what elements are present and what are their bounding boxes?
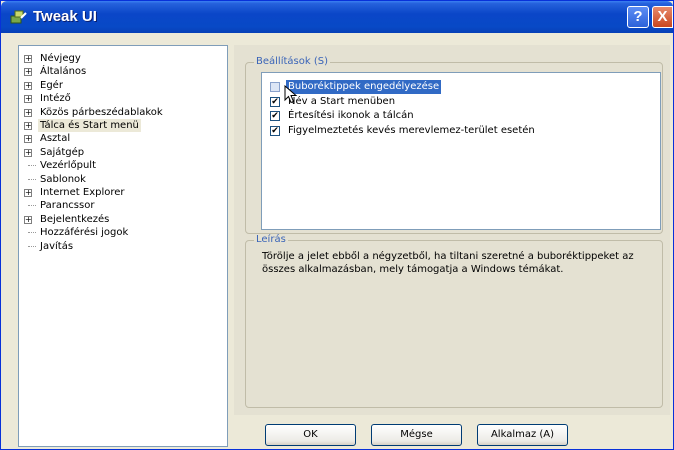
tweakui-app-icon [10, 10, 27, 24]
expand-plus-icon[interactable]: + [24, 148, 32, 157]
tree-item-label: Sajátgép [40, 146, 85, 158]
tree-item[interactable]: Vezérlőpult [19, 159, 219, 172]
tree-item[interactable]: Hozzáférési jogok [19, 226, 219, 239]
category-tree[interactable]: + Névjegy + Általános + Egér + Intéző + Közös pár… [18, 45, 228, 447]
tree-item[interactable]: + Egér [19, 79, 219, 92]
tree-item-label: Hozzáférési jogok [40, 227, 129, 239]
tree-item-label: Egér [40, 79, 63, 91]
tree-item[interactable]: + Általános [19, 65, 219, 78]
tree-item-label: Bejelentkezés [40, 213, 110, 225]
tree-item-label: Javítás [40, 240, 74, 252]
tree-item[interactable]: Sablonok [19, 173, 219, 186]
setting-label: Figyelmeztetés kevés merevlemez-terület … [288, 124, 535, 136]
close-button[interactable]: X [652, 6, 673, 28]
expand-plus-icon[interactable]: + [24, 55, 32, 63]
tree-item-label: Névjegy [40, 53, 81, 64]
expand-plus-icon[interactable]: + [24, 95, 32, 104]
tree-item-label: Internet Explorer [40, 187, 125, 198]
help-button[interactable]: ? [627, 6, 649, 28]
expand-plus-icon[interactable]: + [24, 108, 32, 117]
tree-connector-line [28, 232, 36, 234]
tree-item-label: Parancssor [40, 200, 95, 212]
tree-item[interactable]: + Intéző [19, 92, 219, 105]
tree-item-label: Tálca és Start menü [38, 119, 141, 132]
tree-item-label: Asztal [40, 133, 71, 145]
description-text: Törölje a jelet ebből a négyzetből, ha t… [262, 251, 634, 275]
expand-plus-icon[interactable]: + [24, 81, 32, 90]
tree-item[interactable]: + Internet Explorer [19, 186, 219, 199]
setting-checkbox[interactable]: ✔ [270, 125, 280, 136]
tree-connector-line [28, 165, 36, 167]
setting-label: Értesítési ikonok a tálcán [288, 110, 414, 121]
expand-plus-icon[interactable]: + [24, 189, 32, 197]
expand-plus-icon[interactable]: + [24, 215, 32, 224]
tree-item-label: Vezérlőpult [40, 160, 97, 172]
setting-checkbox[interactable]: ✔ [270, 96, 280, 107]
setting-label: Buboréktippek engedélyezése [286, 80, 442, 94]
tree-item[interactable]: Parancssor [19, 199, 219, 212]
setting-checkbox[interactable]: ✔ [270, 111, 280, 121]
cancel-button[interactable]: Mégse [371, 424, 462, 446]
tree-connector-line [28, 178, 36, 180]
ok-button[interactable]: OK [265, 424, 356, 446]
expand-plus-icon[interactable]: + [24, 122, 32, 130]
settings-group-title: Beállítások (S) [254, 56, 330, 67]
mouse-pointer-icon [284, 85, 298, 104]
tweakui-window: Tweak UI ? X + Névjegy + Általános + Egér + Int… [0, 0, 674, 450]
tree-item-label: Közös párbeszédablakok [40, 106, 163, 118]
tree-item[interactable]: + Tálca és Start menü [19, 119, 219, 132]
tree-connector-line [28, 205, 36, 207]
title-bar[interactable]: Tweak UI ? X [1, 1, 673, 33]
apply-button[interactable]: Alkalmaz (A) [477, 424, 568, 446]
setting-label: Név a Start menüben [288, 95, 396, 107]
tree-item-label: Intéző [40, 93, 71, 105]
tree-item[interactable]: + Asztal [19, 132, 219, 145]
tree-item[interactable]: + Sajátgép [19, 146, 219, 159]
expand-plus-icon[interactable]: + [24, 68, 32, 77]
tree-connector-line [28, 245, 36, 247]
tree-item[interactable]: + Bejelentkezés [19, 213, 219, 226]
tree-item[interactable]: + Közös párbeszédablakok [19, 106, 219, 119]
tree-item-label: Sablonok [40, 173, 86, 185]
tree-item[interactable]: + Névjegy [19, 52, 219, 65]
tree-item-label: Általános [40, 66, 87, 78]
window-title: Tweak UI [33, 8, 97, 25]
tree-item[interactable]: Javítás [19, 240, 219, 253]
settings-checklist[interactable]: Buboréktippek engedélyezése ✔ Név a Start … [261, 72, 661, 230]
description-group-title: Leírás [254, 234, 288, 245]
expand-plus-icon[interactable]: + [24, 135, 32, 144]
setting-checkbox[interactable] [270, 82, 280, 92]
